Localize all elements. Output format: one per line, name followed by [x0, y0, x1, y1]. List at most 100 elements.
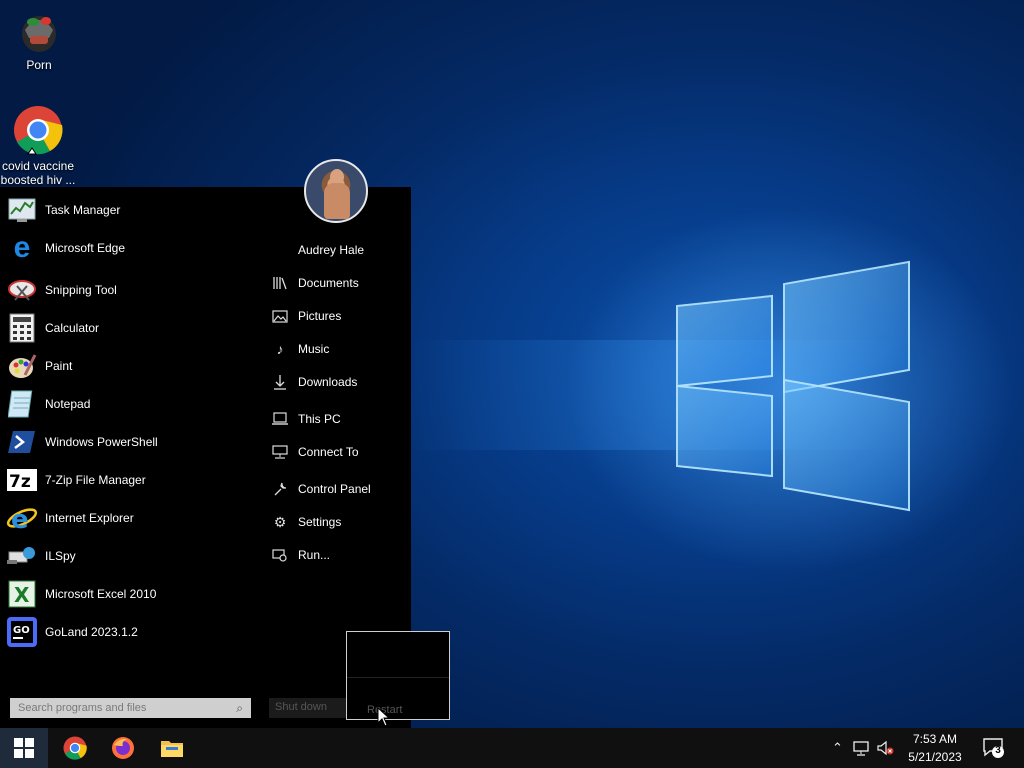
start-button[interactable] [0, 728, 48, 768]
internet-explorer-icon: e [6, 502, 38, 534]
taskbar-clock[interactable]: 7:53 AM 5/21/2023 [900, 730, 970, 766]
wallpaper-pane-bl [676, 384, 773, 478]
program-item[interactable]: X Microsoft Excel 2010 [6, 576, 156, 612]
place-label: Settings [298, 515, 342, 529]
volume-muted-icon[interactable] [877, 728, 895, 768]
program-label: GoLand 2023.1.2 [45, 625, 138, 639]
desktop-icon-label: covid vaccine boosted hiv ... [0, 159, 76, 187]
place-item-pictures[interactable]: Pictures [270, 303, 341, 329]
taskbar-chrome-button[interactable] [59, 732, 91, 764]
avatar-body [324, 183, 350, 219]
action-center-button[interactable]: 3 [982, 736, 1006, 760]
place-item-connect-to[interactable]: Connect To [270, 439, 359, 465]
excel-icon: X [6, 578, 38, 610]
clock-date: 5/21/2023 [908, 750, 962, 764]
wallpaper-pane-br [783, 378, 910, 512]
pictures-icon [270, 306, 290, 326]
file-explorer-icon [161, 741, 183, 757]
place-label: Music [298, 342, 330, 356]
program-item[interactable]: Task Manager [6, 192, 120, 228]
program-item[interactable]: Paint [6, 348, 72, 384]
search-placeholder: Search programs and files [18, 702, 147, 714]
network-icon[interactable] [853, 728, 871, 768]
program-item[interactable]: Snipping Tool [6, 272, 117, 308]
user-avatar[interactable] [304, 159, 368, 223]
taskbar: ⌃ 7:53 AM 5/21/2023 3 [0, 728, 1024, 768]
program-label: Internet Explorer [45, 511, 134, 525]
place-item-run[interactable]: Run... [270, 542, 330, 568]
program-label: Microsoft Edge [45, 241, 126, 255]
desktop-icon-chrome-shortcut[interactable]: covid vaccine boosted hiv ... [0, 105, 76, 187]
place-label: Connect To [298, 445, 359, 459]
notification-count: 3 [995, 745, 1001, 756]
control-panel-icon [270, 479, 290, 499]
settings-icon: ⚙ [273, 513, 287, 530]
desktop-icon-label: Porn [26, 58, 52, 72]
place-item-documents[interactable]: Documents [270, 270, 359, 296]
goland-icon: GO [6, 616, 38, 648]
edge-icon: e [13, 231, 31, 264]
tray-chevron-icon[interactable]: ⌃ [832, 728, 843, 768]
program-item[interactable]: ILSpy [6, 538, 76, 574]
paint-icon [6, 350, 38, 382]
place-label: Run... [298, 548, 331, 562]
task-manager-icon [6, 194, 38, 226]
place-label: Audrey Hale [298, 243, 365, 257]
program-label: Snipping Tool [45, 283, 117, 297]
calculator-icon [6, 312, 38, 344]
search-input[interactable]: Search programs and files ⌕ [10, 698, 251, 718]
program-item[interactable]: Calculator [6, 310, 99, 346]
program-label: Calculator [45, 321, 100, 335]
wallpaper-pane-tr [783, 260, 910, 394]
program-item[interactable]: e Microsoft Edge [6, 230, 125, 266]
place-item-user[interactable]: Audrey Hale [270, 237, 364, 263]
power-options-flyout: Restart [346, 631, 450, 720]
place-item-settings[interactable]: ⚙ Settings [270, 509, 342, 535]
svg-text:e: e [11, 505, 29, 533]
flyout-divider [347, 677, 449, 678]
snipping-tool-icon [6, 274, 38, 306]
place-label: Control Panel [298, 482, 371, 496]
place-item-music[interactable]: ♪ Music [270, 336, 330, 362]
ilspy-icon [6, 540, 38, 572]
wallpaper-pane-tl [676, 294, 773, 388]
connect-to-icon [270, 442, 290, 462]
shutdown-button[interactable]: Shut down [269, 698, 347, 718]
program-item[interactable]: Windows PowerShell [6, 424, 158, 460]
place-item-control-panel[interactable]: Control Panel [270, 476, 371, 502]
documents-icon [270, 273, 290, 293]
program-item[interactable]: Notepad [6, 386, 90, 422]
music-icon: ♪ [276, 341, 284, 357]
program-item[interactable]: e Internet Explorer [6, 500, 134, 536]
place-label: Documents [298, 276, 359, 290]
downloads-icon [270, 372, 290, 392]
shortcut-arrow-icon [27, 147, 37, 155]
taskbar-file-explorer-button[interactable] [156, 732, 188, 764]
place-item-downloads[interactable]: Downloads [270, 369, 357, 395]
taskbar-firefox-button[interactable] [107, 732, 139, 764]
shutdown-label: Shut down [275, 701, 327, 713]
user-folder-icon [270, 240, 290, 260]
7zip-icon: 7z [6, 464, 38, 496]
search-icon: ⌕ [236, 700, 243, 715]
chrome-icon [13, 105, 63, 155]
firefox-icon [112, 737, 134, 759]
svg-text:GO: GO [13, 625, 30, 636]
chrome-icon [63, 736, 87, 760]
this-pc-icon [270, 409, 290, 429]
place-label: Pictures [298, 309, 342, 323]
program-label: Paint [45, 359, 73, 373]
clock-time: 7:53 AM [912, 732, 958, 746]
place-item-this-pc[interactable]: This PC [270, 406, 341, 432]
program-label: Notepad [45, 397, 91, 411]
program-label: Microsoft Excel 2010 [45, 587, 157, 601]
powershell-icon [6, 426, 38, 458]
place-label: This PC [298, 412, 341, 426]
program-label: Windows PowerShell [45, 435, 158, 449]
program-item[interactable]: GO GoLand 2023.1.2 [6, 614, 138, 650]
program-item[interactable]: 7z 7-Zip File Manager [6, 462, 146, 498]
program-label: ILSpy [45, 549, 76, 563]
desktop-icon-porn[interactable]: Porn [1, 8, 77, 72]
svg-text:X: X [14, 583, 30, 607]
place-label: Downloads [298, 375, 358, 389]
